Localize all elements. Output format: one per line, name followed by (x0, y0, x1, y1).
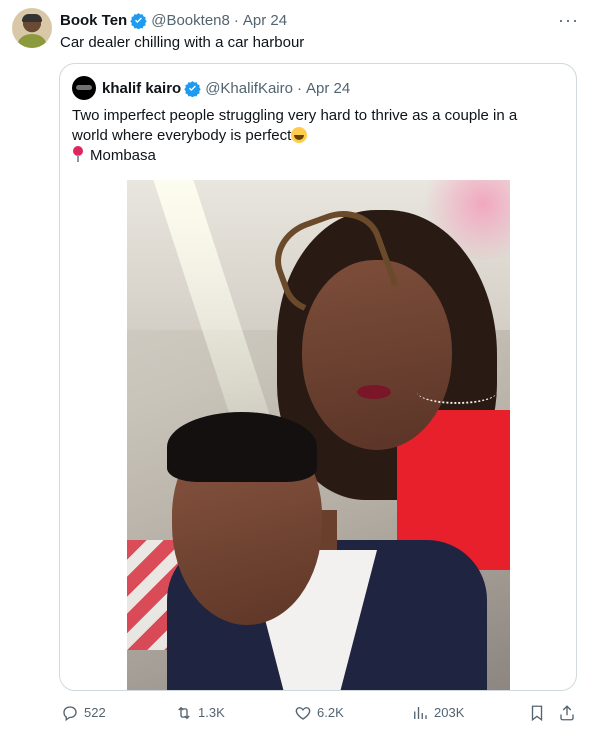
quote-author-name[interactable]: khalif kairo (102, 80, 181, 97)
quote-text-line-2: world where everybody is perfect (72, 127, 292, 144)
quote-header: khalif kairo @KhalifKairo · Apr 24 (102, 78, 350, 98)
quote-author-handle[interactable]: @KhalifKairo (205, 80, 293, 97)
author-handle[interactable]: @Bookten8 (151, 12, 230, 29)
heart-icon (295, 707, 311, 720)
like-count: 6.2K (317, 705, 344, 720)
location-text: Mombasa (90, 147, 156, 164)
grinning-face-emoji-icon (291, 127, 308, 143)
tweet-header: Book Ten @Bookten8 · Apr 24 (60, 10, 287, 30)
share-icon (560, 705, 574, 721)
avatar-cap (22, 14, 42, 22)
more-options-icon[interactable]: ··· (558, 10, 579, 31)
photo-man-hair (167, 412, 317, 482)
quoted-tweet[interactable]: khalif kairo @KhalifKairo · Apr 24 Two i… (59, 63, 577, 691)
repost-button[interactable]: 1.3K (175, 701, 225, 725)
quote-text-line-1: Two imperfect people struggling very har… (72, 107, 518, 124)
action-bar: 522 1.3K 6.2K 203K (0, 701, 605, 727)
tweet-date[interactable]: Apr 24 (243, 12, 287, 29)
quote-author-avatar[interactable] (72, 76, 96, 100)
reply-count: 522 (84, 705, 106, 720)
quote-text-line-2-wrap: world where everybody is perfect (72, 126, 562, 146)
avatar-logo (76, 85, 92, 90)
verified-badge-icon (130, 12, 147, 29)
location-pin-icon (72, 146, 84, 162)
separator-dot: · (233, 11, 239, 29)
author-name[interactable]: Book Ten (60, 12, 127, 29)
bookmark-button[interactable] (528, 701, 551, 725)
quote-photo[interactable] (127, 180, 510, 690)
repost-icon (178, 706, 190, 720)
reply-button[interactable]: 522 (61, 701, 106, 725)
separator-dot: · (296, 79, 302, 97)
photo-necklace (417, 380, 497, 404)
photo-woman-lips (357, 385, 391, 399)
like-button[interactable]: 6.2K (294, 701, 344, 725)
bookmark-icon (531, 705, 543, 722)
quote-text: Two imperfect people struggling very har… (72, 106, 562, 166)
tweet: Book Ten @Bookten8 · Apr 24 ··· Car deal… (0, 0, 605, 735)
quote-date[interactable]: Apr 24 (306, 80, 350, 97)
verified-badge-icon (184, 80, 201, 97)
location-line: Mombasa (72, 146, 562, 166)
analytics-bars-icon (414, 707, 427, 719)
views-count: 203K (434, 705, 465, 720)
tweet-text: Car dealer chilling with a car harbour (60, 34, 305, 51)
share-button[interactable] (558, 701, 581, 725)
author-avatar[interactable] (12, 8, 52, 48)
reply-icon (63, 706, 77, 722)
repost-count: 1.3K (198, 705, 225, 720)
views-button[interactable]: 203K (411, 701, 464, 725)
avatar-shirt (18, 34, 46, 48)
